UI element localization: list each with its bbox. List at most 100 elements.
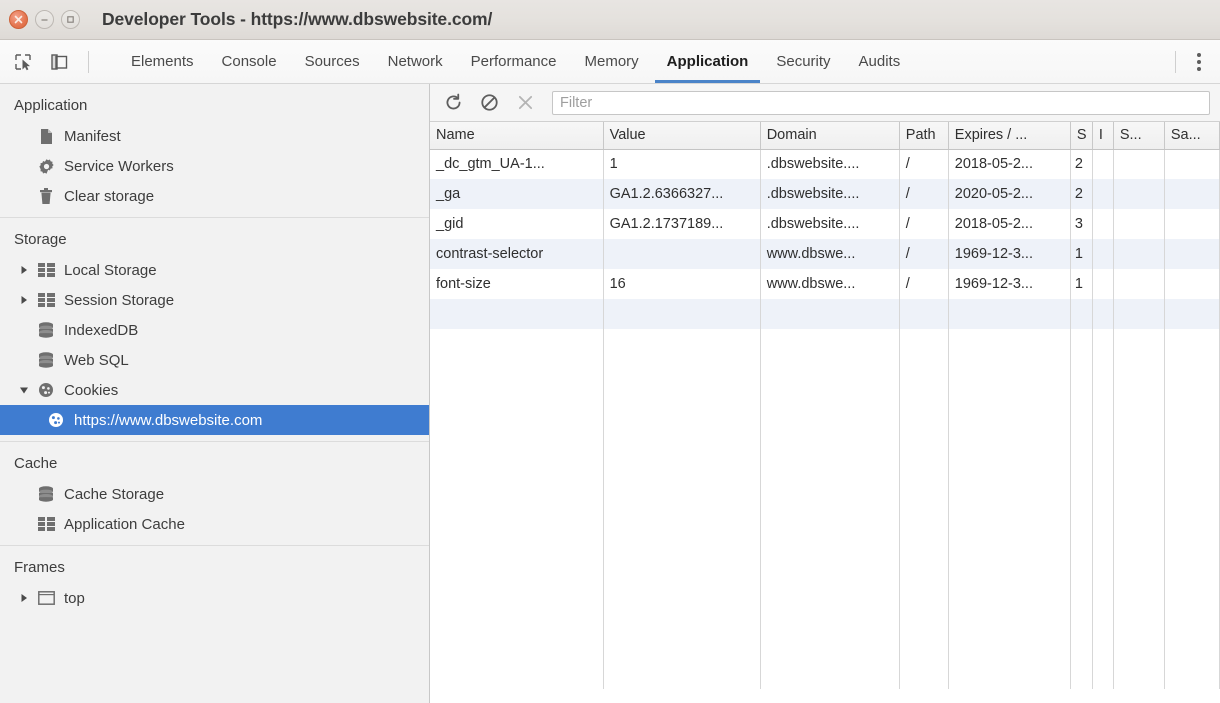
clear-icon[interactable]	[478, 92, 500, 114]
column-header-expires[interactable]: Expires / ...	[948, 122, 1071, 150]
column-header-path[interactable]: Path	[899, 122, 949, 150]
table-row[interactable]: _gid GA1.2.1737189... .dbswebsite.... / …	[430, 209, 1220, 239]
sidebar-item-web-sql[interactable]: Web SQL	[0, 345, 429, 375]
cell-domain: www.dbswe...	[760, 269, 900, 299]
devtools-tool-icons	[0, 40, 103, 83]
sidebar-item-session-storage[interactable]: Session Storage	[0, 285, 429, 315]
trash-icon	[36, 187, 56, 205]
tab-elements[interactable]: Elements	[117, 40, 208, 83]
document-icon	[36, 128, 56, 145]
cell-name: _dc_gtm_UA-1...	[430, 149, 604, 179]
cookies-table-body: _dc_gtm_UA-1... 1 .dbswebsite.... / 2018…	[430, 149, 1220, 689]
sidebar-item-label: IndexedDB	[64, 321, 139, 339]
window-controls	[9, 10, 80, 29]
column-header-value[interactable]: Value	[603, 122, 761, 150]
column-header-samesite[interactable]: Sa...	[1164, 122, 1220, 150]
chevron-right-icon[interactable]	[17, 265, 31, 275]
cell-value	[603, 239, 761, 269]
sidebar-item-cookies[interactable]: Cookies	[0, 375, 429, 405]
devtools-tabs: Elements Console Sources Network Perform…	[103, 40, 1171, 83]
tab-label: Performance	[470, 53, 557, 70]
tab-audits[interactable]: Audits	[845, 40, 915, 83]
tab-security[interactable]: Security	[762, 40, 844, 83]
tab-label: Application	[666, 53, 749, 70]
chevron-right-icon[interactable]	[17, 295, 31, 305]
title-bar: Developer Tools - https://www.dbswebsite…	[0, 0, 1220, 40]
cell-expires: 2020-05-2...	[948, 179, 1071, 209]
tab-console[interactable]: Console	[208, 40, 291, 83]
sidebar-item-cache-storage[interactable]: Cache Storage	[0, 479, 429, 509]
tab-sources[interactable]: Sources	[291, 40, 374, 83]
cookies-pane: Name Value Domain Path Expires / ... S I…	[430, 84, 1220, 703]
cell-domain: .dbswebsite....	[760, 209, 900, 239]
cell-value: GA1.2.1737189...	[603, 209, 761, 239]
refresh-icon[interactable]	[442, 92, 464, 114]
database-icon	[36, 486, 56, 502]
cell-size: 1	[1070, 269, 1093, 299]
tab-label: Elements	[131, 53, 194, 70]
devtools-body: Application Manifest Service Workers Cle…	[0, 84, 1220, 703]
filter-input[interactable]	[552, 90, 1210, 115]
more-options-icon[interactable]	[1188, 49, 1210, 75]
device-toolbar-icon[interactable]	[48, 51, 70, 73]
table-row[interactable]: font-size 16 www.dbswe... / 1969-12-3...…	[430, 269, 1220, 299]
minimize-window-button[interactable]	[35, 10, 54, 29]
close-window-button[interactable]	[9, 10, 28, 29]
table-row[interactable]: _dc_gtm_UA-1... 1 .dbswebsite.... / 2018…	[430, 149, 1220, 179]
sidebar-item-label: Clear storage	[64, 187, 155, 205]
sidebar-item-indexeddb[interactable]: IndexedDB	[0, 315, 429, 345]
tab-label: Console	[221, 53, 277, 70]
cell-httponly	[1092, 239, 1114, 269]
chevron-down-icon[interactable]	[17, 386, 31, 395]
sidebar-item-service-workers[interactable]: Service Workers	[0, 151, 429, 181]
database-icon	[36, 322, 56, 338]
application-sidebar: Application Manifest Service Workers Cle…	[0, 84, 430, 703]
sidebar-section-title: Storage	[14, 231, 67, 248]
table-header-row: Name Value Domain Path Expires / ... S I…	[430, 122, 1220, 150]
cell-samesite	[1164, 269, 1220, 299]
inspect-element-icon[interactable]	[12, 51, 34, 73]
sidebar-item-local-storage[interactable]: Local Storage	[0, 255, 429, 285]
column-header-domain[interactable]: Domain	[760, 122, 900, 150]
toolbar-divider	[88, 50, 89, 73]
tab-label: Audits	[858, 53, 901, 70]
sidebar-item-manifest[interactable]: Manifest	[0, 121, 429, 151]
column-header-size[interactable]: S	[1070, 122, 1093, 150]
sidebar-item-cookie-origin[interactable]: https://www.dbswebsite.com	[0, 405, 429, 435]
tab-label: Network	[387, 53, 443, 70]
cell-samesite	[1164, 179, 1220, 209]
tab-application[interactable]: Application	[653, 40, 763, 83]
sidebar-item-label: top	[64, 589, 85, 607]
cell-size: 3	[1070, 209, 1093, 239]
sidebar-section-title: Cache	[14, 455, 58, 472]
column-header-secure[interactable]: S...	[1113, 122, 1165, 150]
sidebar-section-title: Application	[14, 97, 88, 114]
column-header-name[interactable]: Name	[430, 122, 604, 150]
sidebar-item-label: Application Cache	[64, 515, 185, 533]
gear-icon	[36, 158, 56, 175]
chevron-right-icon[interactable]	[17, 593, 31, 603]
table-empty-row[interactable]	[430, 299, 1220, 329]
tab-memory[interactable]: Memory	[571, 40, 653, 83]
table-row[interactable]: contrast-selector www.dbswe... / 1969-12…	[430, 239, 1220, 269]
sidebar-item-top-frame[interactable]: top	[0, 583, 429, 613]
maximize-window-button[interactable]	[61, 10, 80, 29]
devtools-tabstrip: Elements Console Sources Network Perform…	[0, 40, 1220, 84]
maximize-icon	[67, 16, 74, 23]
cell-path: /	[899, 179, 949, 209]
cell-expires: 1969-12-3...	[948, 239, 1071, 269]
delete-selected-icon[interactable]	[514, 92, 536, 114]
sidebar-section-title: Frames	[14, 559, 65, 576]
tab-performance[interactable]: Performance	[457, 40, 571, 83]
table-row[interactable]: _ga GA1.2.6366327... .dbswebsite.... / 2…	[430, 179, 1220, 209]
tab-network[interactable]: Network	[374, 40, 457, 83]
sidebar-item-clear-storage[interactable]: Clear storage	[0, 181, 429, 211]
cell-path: /	[899, 209, 949, 239]
sidebar-item-label: Local Storage	[64, 261, 157, 279]
column-header-httponly[interactable]: I	[1092, 122, 1114, 150]
cell-secure	[1113, 149, 1165, 179]
cell-value: 1	[603, 149, 761, 179]
sidebar-item-application-cache[interactable]: Application Cache	[0, 509, 429, 539]
cell-size: 1	[1070, 239, 1093, 269]
sidebar-item-label: Cache Storage	[64, 485, 165, 503]
